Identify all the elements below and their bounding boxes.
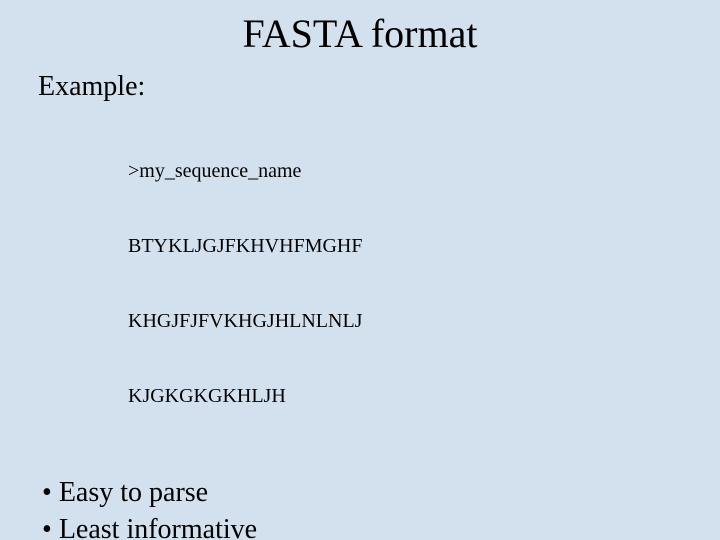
fasta-block: >my_sequence_name BTYKLJGJFKHVHFMGHF KHG… [128, 109, 682, 459]
fasta-line: >my_sequence_name [128, 159, 682, 184]
fasta-line: KHGJFJFVKHGJHLNLNLJ [128, 309, 682, 334]
fasta-line: KJGKGKGKHLJH [128, 384, 682, 409]
bullet-list: Easy to parse Least informative Default … [42, 475, 682, 540]
list-item: Least informative [42, 512, 682, 540]
list-item: Easy to parse [42, 475, 682, 510]
example-label: Example: [38, 71, 682, 103]
page-title: FASTA format [38, 10, 682, 57]
fasta-line: BTYKLJGJFKHVHFMGHF [128, 234, 682, 259]
slide: FASTA format Example: >my_sequence_name … [0, 0, 720, 540]
